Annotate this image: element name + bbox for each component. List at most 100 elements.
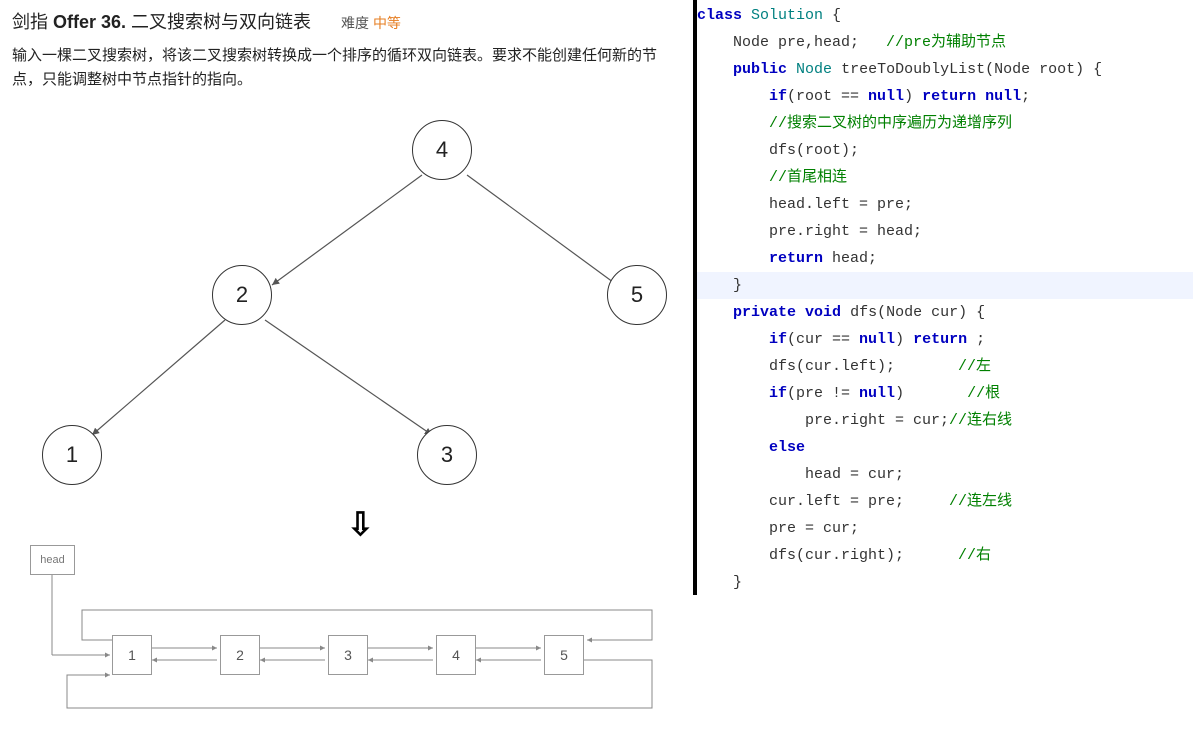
txt: ; (1021, 88, 1030, 105)
txt: pre.right = cur; (697, 412, 949, 429)
difficulty: 难度 中等 (341, 13, 401, 33)
cmt: //右 (958, 547, 991, 564)
txt: dfs(cur.right); (697, 547, 958, 564)
problem-description: 输入一棵二叉搜索树，将该二叉搜索树转换成一个排序的循环双向链表。要求不能创建任何… (12, 44, 681, 92)
txt: ) (895, 385, 967, 402)
cmt: //连左线 (949, 493, 1012, 510)
list-node-3: 3 (328, 635, 368, 675)
txt: { (823, 7, 841, 24)
code-line: Node pre,head; //pre为辅助节点 (697, 29, 1193, 56)
code-line: if(pre != null) //根 (697, 380, 1193, 407)
txt: ) (904, 88, 922, 105)
txt: } (697, 574, 742, 591)
tree-node-4: 4 (412, 120, 472, 180)
difficulty-value: 中等 (373, 15, 401, 31)
head-box: head (30, 545, 75, 575)
txt: (Node cur) { (877, 304, 985, 321)
txt (697, 304, 733, 321)
title-prefix: 剑指 (12, 12, 53, 32)
title-rest: 二叉搜索树与双向链表 (126, 12, 311, 32)
cmt: //左 (958, 358, 991, 375)
tree-node-3: 3 (417, 425, 477, 485)
txt: cur.left = pre; (697, 493, 949, 510)
cmt: //连右线 (949, 412, 1012, 429)
problem-title: 剑指 Offer 36. 二叉搜索树与双向链表 (12, 8, 311, 34)
txt (697, 115, 769, 132)
code-line: dfs(cur.right); //右 (697, 542, 1193, 569)
txt (976, 88, 985, 105)
code-line: pre.right = cur;//连右线 (697, 407, 1193, 434)
txt: dfs(root); (697, 142, 859, 159)
txt: ) (895, 331, 913, 348)
code-line: if(root == null) return null; (697, 83, 1193, 110)
txt: dfs(cur.left); (697, 358, 958, 375)
tree-node-1: 1 (42, 425, 102, 485)
diagram-area: 4 2 5 1 3 ⇩ head 1 2 3 4 5 (12, 100, 682, 730)
tree-node-2: 2 (212, 265, 272, 325)
txt: pre.right = head; (697, 223, 922, 240)
kw: return (913, 331, 967, 348)
txt (697, 331, 769, 348)
txt (697, 250, 769, 267)
txt: head = cur; (697, 466, 904, 483)
title-bold: Offer 36. (53, 12, 126, 32)
difficulty-label: 难度 (341, 15, 369, 31)
mth: treeToDoublyList (841, 61, 985, 78)
kw: null (985, 88, 1021, 105)
txt: (cur == (787, 331, 859, 348)
kw: private (733, 304, 796, 321)
txt: } (697, 277, 742, 294)
title-row: 剑指 Offer 36. 二叉搜索树与双向链表 难度 中等 (12, 8, 681, 34)
cmt: //搜索二叉树的中序遍历为递增序列 (769, 115, 1012, 132)
code-line: pre = cur; (697, 515, 1193, 542)
code-line: dfs(cur.left); //左 (697, 353, 1193, 380)
txt: head; (823, 250, 877, 267)
code-line: pre.right = head; (697, 218, 1193, 245)
kw: return (769, 250, 823, 267)
problem-panel: 剑指 Offer 36. 二叉搜索树与双向链表 难度 中等 输入一棵二叉搜索树，… (0, 0, 693, 741)
mth: dfs (850, 304, 877, 321)
tree-node-5: 5 (607, 265, 667, 325)
code-line: //搜索二叉树的中序遍历为递增序列 (697, 110, 1193, 137)
kw: void (805, 304, 841, 321)
code-line: return head; (697, 245, 1193, 272)
list-node-4: 4 (436, 635, 476, 675)
down-arrow-icon: ⇩ (347, 505, 374, 543)
kw: null (868, 88, 904, 105)
txt: (Node root) { (985, 61, 1102, 78)
code-line: //首尾相连 (697, 164, 1193, 191)
txt (697, 385, 769, 402)
code-panel: class Solution { Node pre,head; //pre为辅助… (697, 0, 1193, 741)
txt: head.left = pre; (697, 196, 913, 213)
cmt: //根 (967, 385, 1000, 402)
code-line: private void dfs(Node cur) { (697, 299, 1193, 326)
kw: if (769, 88, 787, 105)
list-node-1: 1 (112, 635, 152, 675)
kw: null (859, 331, 895, 348)
code-line: head = cur; (697, 461, 1193, 488)
txt: pre = cur; (697, 520, 859, 537)
txt (697, 169, 769, 186)
kw: return (922, 88, 976, 105)
kw: null (859, 385, 895, 402)
cls: Solution (751, 7, 823, 24)
code-line: else (697, 434, 1193, 461)
txt: (root == (787, 88, 868, 105)
cls: Node (796, 61, 832, 78)
code-line: if(cur == null) return ; (697, 326, 1193, 353)
txt (697, 88, 769, 105)
txt: Node pre,head; (697, 34, 886, 51)
txt: ; (967, 331, 985, 348)
list-node-2: 2 (220, 635, 260, 675)
kw: if (769, 331, 787, 348)
kw: if (769, 385, 787, 402)
cmt: //首尾相连 (769, 169, 847, 186)
code-line: cur.left = pre; //连左线 (697, 488, 1193, 515)
code-line: dfs(root); (697, 137, 1193, 164)
list-node-5: 5 (544, 635, 584, 675)
txt: (pre != (787, 385, 859, 402)
code-line: public Node treeToDoublyList(Node root) … (697, 56, 1193, 83)
cmt: //pre为辅助节点 (886, 34, 1006, 51)
code-line: } (697, 569, 1193, 596)
code-line: head.left = pre; (697, 191, 1193, 218)
